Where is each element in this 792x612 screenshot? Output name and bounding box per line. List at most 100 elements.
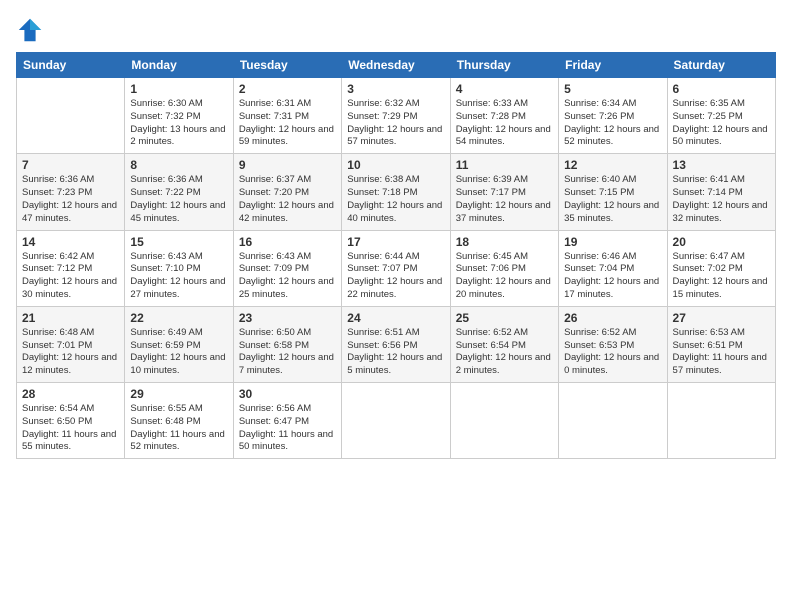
calendar-week-row: 28 Sunrise: 6:54 AM Sunset: 6:50 PM Dayli…: [17, 383, 776, 459]
day-number: 12: [564, 158, 661, 172]
day-number: 1: [130, 82, 227, 96]
day-info: Sunrise: 6:38 AM Sunset: 7:18 PM Dayligh…: [347, 174, 444, 225]
calendar-cell: 11 Sunrise: 6:39 AM Sunset: 7:17 PM Dayli…: [450, 154, 558, 230]
day-number: 10: [347, 158, 444, 172]
calendar-cell: 15 Sunrise: 6:43 AM Sunset: 7:10 PM Dayli…: [125, 230, 233, 306]
weekday-header-wednesday: Wednesday: [342, 53, 450, 78]
day-info: Sunrise: 6:33 AM Sunset: 7:28 PM Dayligh…: [456, 98, 553, 149]
day-info: Sunrise: 6:42 AM Sunset: 7:12 PM Dayligh…: [22, 251, 119, 302]
day-info: Sunrise: 6:51 AM Sunset: 6:56 PM Dayligh…: [347, 327, 444, 378]
calendar-cell: 4 Sunrise: 6:33 AM Sunset: 7:28 PM Daylig…: [450, 78, 558, 154]
weekday-header-monday: Monday: [125, 53, 233, 78]
day-info: Sunrise: 6:46 AM Sunset: 7:04 PM Dayligh…: [564, 251, 661, 302]
logo: [16, 16, 48, 44]
calendar-cell: 9 Sunrise: 6:37 AM Sunset: 7:20 PM Daylig…: [233, 154, 341, 230]
day-info: Sunrise: 6:47 AM Sunset: 7:02 PM Dayligh…: [673, 251, 770, 302]
calendar-cell: 24Sunrise: 6:51 AM Sunset: 6:56 PM Dayli…: [342, 306, 450, 382]
calendar-cell: 18 Sunrise: 6:45 AM Sunset: 7:06 PM Dayli…: [450, 230, 558, 306]
weekday-header-thursday: Thursday: [450, 53, 558, 78]
day-info: Sunrise: 6:30 AM Sunset: 7:32 PM Dayligh…: [130, 98, 227, 149]
calendar-cell: 25 Sunrise: 6:52 AM Sunset: 6:54 PM Dayli…: [450, 306, 558, 382]
day-info: Sunrise: 6:32 AM Sunset: 7:29 PM Dayligh…: [347, 98, 444, 149]
calendar-cell: 26Sunrise: 6:52 AM Sunset: 6:53 PM Dayli…: [559, 306, 667, 382]
day-info: Sunrise: 6:49 AM Sunset: 6:59 PM Dayligh…: [130, 327, 227, 378]
day-number: 8: [130, 158, 227, 172]
day-info: Sunrise: 6:34 AM Sunset: 7:26 PM Dayligh…: [564, 98, 661, 149]
calendar-cell: 28 Sunrise: 6:54 AM Sunset: 6:50 PM Dayli…: [17, 383, 125, 459]
calendar: SundayMondayTuesdayWednesdayThursdayFrid…: [16, 52, 776, 459]
day-info: Sunrise: 6:50 AM Sunset: 6:58 PM Dayligh…: [239, 327, 336, 378]
calendar-cell: 8 Sunrise: 6:36 AM Sunset: 7:22 PM Daylig…: [125, 154, 233, 230]
day-number: 5: [564, 82, 661, 96]
day-number: 2: [239, 82, 336, 96]
day-info: Sunrise: 6:43 AM Sunset: 7:10 PM Dayligh…: [130, 251, 227, 302]
calendar-cell: 22 Sunrise: 6:49 AM Sunset: 6:59 PM Dayli…: [125, 306, 233, 382]
day-info: Sunrise: 6:37 AM Sunset: 7:20 PM Dayligh…: [239, 174, 336, 225]
day-number: 29: [130, 387, 227, 401]
day-info: Sunrise: 6:36 AM Sunset: 7:22 PM Dayligh…: [130, 174, 227, 225]
calendar-cell: [342, 383, 450, 459]
day-number: 11: [456, 158, 553, 172]
calendar-week-row: 7 Sunrise: 6:36 AM Sunset: 7:23 PM Daylig…: [17, 154, 776, 230]
day-number: 3: [347, 82, 444, 96]
day-number: 17: [347, 235, 444, 249]
weekday-header-friday: Friday: [559, 53, 667, 78]
calendar-cell: 30Sunrise: 6:56 AM Sunset: 6:47 PM Dayli…: [233, 383, 341, 459]
day-number: 16: [239, 235, 336, 249]
day-number: 19: [564, 235, 661, 249]
day-info: Sunrise: 6:45 AM Sunset: 7:06 PM Dayligh…: [456, 251, 553, 302]
calendar-cell: 17 Sunrise: 6:44 AM Sunset: 7:07 PM Dayli…: [342, 230, 450, 306]
calendar-cell: 27 Sunrise: 6:53 AM Sunset: 6:51 PM Dayli…: [667, 306, 775, 382]
calendar-cell: 1 Sunrise: 6:30 AM Sunset: 7:32 PM Daylig…: [125, 78, 233, 154]
day-info: Sunrise: 6:36 AM Sunset: 7:23 PM Dayligh…: [22, 174, 119, 225]
day-number: 22: [130, 311, 227, 325]
calendar-cell: 5 Sunrise: 6:34 AM Sunset: 7:26 PM Daylig…: [559, 78, 667, 154]
day-number: 28: [22, 387, 119, 401]
calendar-header-row: SundayMondayTuesdayWednesdayThursdayFrid…: [17, 53, 776, 78]
calendar-cell: [559, 383, 667, 459]
calendar-cell: 10 Sunrise: 6:38 AM Sunset: 7:18 PM Dayli…: [342, 154, 450, 230]
day-number: 9: [239, 158, 336, 172]
calendar-cell: 6 Sunrise: 6:35 AM Sunset: 7:25 PM Daylig…: [667, 78, 775, 154]
day-info: Sunrise: 6:52 AM Sunset: 6:54 PM Dayligh…: [456, 327, 553, 378]
day-info: Sunrise: 6:35 AM Sunset: 7:25 PM Dayligh…: [673, 98, 770, 149]
page-header: [16, 16, 776, 44]
day-info: Sunrise: 6:44 AM Sunset: 7:07 PM Dayligh…: [347, 251, 444, 302]
day-number: 30: [239, 387, 336, 401]
day-number: 14: [22, 235, 119, 249]
day-info: Sunrise: 6:53 AM Sunset: 6:51 PM Dayligh…: [673, 327, 770, 378]
day-number: 4: [456, 82, 553, 96]
weekday-header-tuesday: Tuesday: [233, 53, 341, 78]
day-number: 6: [673, 82, 770, 96]
calendar-cell: 19 Sunrise: 6:46 AM Sunset: 7:04 PM Dayli…: [559, 230, 667, 306]
day-number: 15: [130, 235, 227, 249]
calendar-week-row: 14 Sunrise: 6:42 AM Sunset: 7:12 PM Dayli…: [17, 230, 776, 306]
day-number: 20: [673, 235, 770, 249]
day-info: Sunrise: 6:31 AM Sunset: 7:31 PM Dayligh…: [239, 98, 336, 149]
day-number: 23: [239, 311, 336, 325]
calendar-cell: 29 Sunrise: 6:55 AM Sunset: 6:48 PM Dayli…: [125, 383, 233, 459]
calendar-cell: [667, 383, 775, 459]
day-info: Sunrise: 6:52 AM Sunset: 6:53 PM Dayligh…: [564, 327, 661, 378]
day-info: Sunrise: 6:55 AM Sunset: 6:48 PM Dayligh…: [130, 403, 227, 454]
calendar-cell: 7 Sunrise: 6:36 AM Sunset: 7:23 PM Daylig…: [17, 154, 125, 230]
day-number: 25: [456, 311, 553, 325]
day-number: 7: [22, 158, 119, 172]
day-number: 27: [673, 311, 770, 325]
calendar-cell: 3 Sunrise: 6:32 AM Sunset: 7:29 PM Daylig…: [342, 78, 450, 154]
day-info: Sunrise: 6:43 AM Sunset: 7:09 PM Dayligh…: [239, 251, 336, 302]
day-info: Sunrise: 6:39 AM Sunset: 7:17 PM Dayligh…: [456, 174, 553, 225]
day-number: 21: [22, 311, 119, 325]
day-info: Sunrise: 6:48 AM Sunset: 7:01 PM Dayligh…: [22, 327, 119, 378]
calendar-week-row: 21 Sunrise: 6:48 AM Sunset: 7:01 PM Dayli…: [17, 306, 776, 382]
calendar-cell: 20 Sunrise: 6:47 AM Sunset: 7:02 PM Dayli…: [667, 230, 775, 306]
day-info: Sunrise: 6:54 AM Sunset: 6:50 PM Dayligh…: [22, 403, 119, 454]
calendar-week-row: 1 Sunrise: 6:30 AM Sunset: 7:32 PM Daylig…: [17, 78, 776, 154]
calendar-cell: [17, 78, 125, 154]
calendar-cell: [450, 383, 558, 459]
calendar-cell: 12 Sunrise: 6:40 AM Sunset: 7:15 PM Dayli…: [559, 154, 667, 230]
day-info: Sunrise: 6:40 AM Sunset: 7:15 PM Dayligh…: [564, 174, 661, 225]
day-number: 13: [673, 158, 770, 172]
day-number: 18: [456, 235, 553, 249]
weekday-header-sunday: Sunday: [17, 53, 125, 78]
